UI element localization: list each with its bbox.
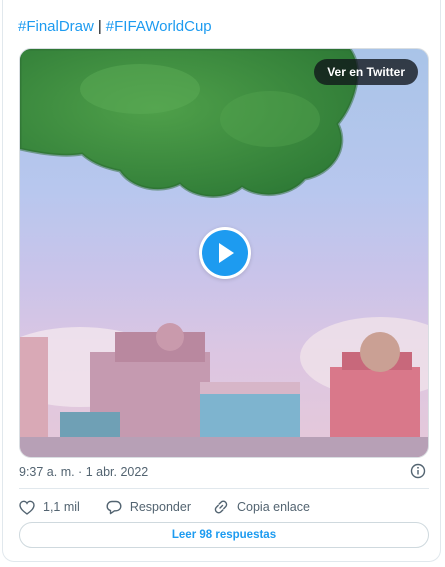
view-on-twitter-button[interactable]: Ver en Twitter (314, 59, 418, 85)
info-icon[interactable] (410, 463, 426, 484)
like-button[interactable]: 1,1 mil (19, 500, 80, 515)
reply-icon (106, 500, 122, 514)
reply-button[interactable]: Responder (106, 500, 191, 515)
link-icon (214, 500, 228, 514)
video-player[interactable]: Ver en Twitter (19, 48, 429, 458)
heart-icon (19, 500, 35, 515)
tweet-actions: 1,1 mil Responder Copia enlace (19, 497, 310, 517)
tweet-text: #FinalDraw | #FIFAWorldCup (18, 17, 212, 37)
video-thumbnail-city (20, 317, 428, 457)
play-icon (219, 243, 234, 263)
play-button[interactable] (199, 227, 251, 279)
like-count: 1,1 mil (43, 500, 80, 514)
copy-link-button[interactable]: Copia enlace (213, 499, 310, 515)
hashtag-link-finaldraw[interactable]: #FinalDraw (18, 18, 94, 35)
tweet-timestamp[interactable]: 9:37 a. m. · 1 abr. 2022 (19, 464, 148, 480)
tweet-embed-card: #FinalDraw | #FIFAWorldCup Ver en Twitte… (2, 0, 441, 562)
hashtag-link-fifaworldcup[interactable]: #FIFAWorldCup (106, 18, 212, 35)
copy-link-label: Copia enlace (236, 500, 310, 514)
read-replies-button[interactable]: Leer 98 respuestas (19, 522, 429, 548)
divider (19, 488, 429, 489)
hashtag-separator: | (97, 18, 102, 35)
reply-label: Responder (129, 500, 191, 514)
